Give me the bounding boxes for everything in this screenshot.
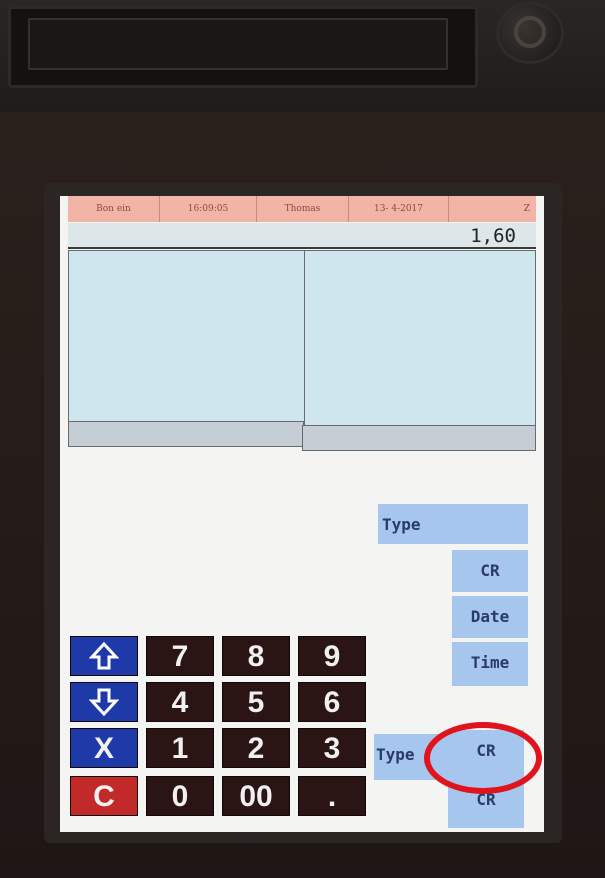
key-1[interactable]: 1 [146, 728, 214, 768]
total-amount: 1,60 [470, 225, 516, 247]
key-4[interactable]: 4 [146, 682, 214, 722]
key-7[interactable]: 7 [146, 636, 214, 676]
cr-button-lower[interactable]: CR [448, 730, 524, 778]
type-button[interactable]: Type [378, 504, 528, 544]
power-icon [514, 16, 546, 48]
arrow-down-key[interactable] [70, 682, 138, 722]
receipt-pane-right [304, 250, 536, 426]
date-button[interactable]: Date [452, 596, 528, 638]
key-00[interactable]: 00 [222, 776, 290, 816]
arrow-down-icon [89, 688, 119, 717]
cr-button[interactable]: CR [452, 550, 528, 592]
key-9[interactable]: 9 [298, 636, 366, 676]
clear-key[interactable]: C [70, 776, 138, 816]
key-2[interactable]: 2 [222, 728, 290, 768]
cr-button-bottom[interactable]: CR [448, 778, 524, 828]
key-5[interactable]: 5 [222, 682, 290, 722]
receipt-pane-left [68, 250, 306, 422]
multiply-key[interactable]: X [70, 728, 138, 768]
status-indicator: Z [449, 196, 536, 222]
printer-cover [28, 18, 448, 70]
touch-screen: Bon ein 16:09:05 Thomas 13- 4-2017 Z 1,6… [60, 196, 544, 832]
time-button[interactable]: Time [452, 642, 528, 686]
pane-left-footer [68, 421, 304, 447]
operator-label: Thomas [257, 196, 349, 222]
mode-label: Bon ein [68, 196, 160, 222]
key-decimal[interactable]: . [298, 776, 366, 816]
key-6[interactable]: 6 [298, 682, 366, 722]
key-0[interactable]: 0 [146, 776, 214, 816]
key-8[interactable]: 8 [222, 636, 290, 676]
date-label: 13- 4-2017 [349, 196, 449, 222]
time-label: 16:09:05 [160, 196, 257, 222]
arrow-up-icon [89, 641, 119, 670]
key-3[interactable]: 3 [298, 728, 366, 768]
type-button-lower[interactable]: Type [374, 734, 448, 780]
amount-display: 1,60 [68, 223, 536, 249]
pane-right-footer [302, 425, 536, 451]
arrow-up-key[interactable] [70, 636, 138, 676]
